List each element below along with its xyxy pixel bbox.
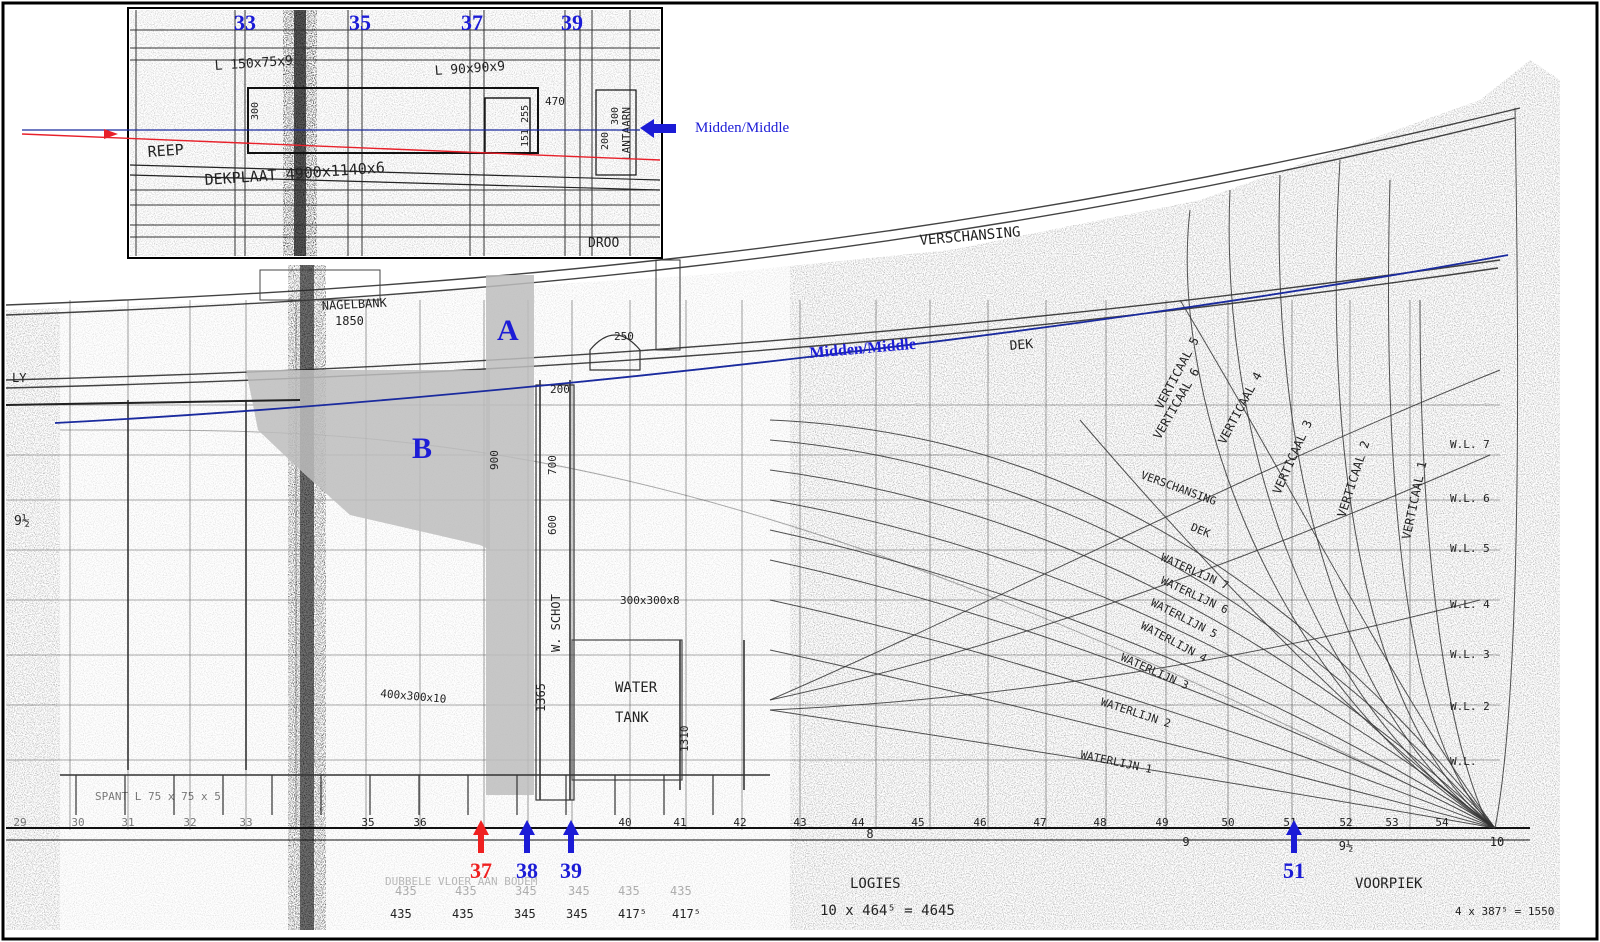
water-label: WATER <box>615 680 658 696</box>
bottom-dim-faint-1: 435 <box>455 884 477 898</box>
station-number-9½: 9½ <box>1339 839 1353 853</box>
inset-note-droo: DROO <box>588 236 619 251</box>
inset-frame-35: 35 <box>349 10 371 35</box>
bottom-dim-0: 435 <box>390 907 412 921</box>
region-a-shading <box>486 275 534 795</box>
inset-frame-39: 39 <box>561 10 583 35</box>
spant-label: SPANT L 75 x 75 x 5 <box>95 790 221 803</box>
frame-tick-48: 48 <box>1093 816 1106 829</box>
w-schot-label: W. SCHOT <box>549 594 563 652</box>
ly-label: LY <box>12 371 27 385</box>
dim-250: 250 <box>614 330 634 343</box>
inset-dim-151: 151 255 <box>520 105 531 147</box>
dim-1365: 1365 <box>534 683 548 712</box>
bottom-dim-2: 345 <box>514 907 536 921</box>
wl-label-3: W.L. 4 <box>1450 598 1490 611</box>
frame-tick-47: 47 <box>1033 816 1046 829</box>
dek-top: DEK <box>1009 337 1034 354</box>
inset-dim-300: 300 <box>250 102 261 120</box>
marker-label-39: 39 <box>560 858 582 883</box>
frame-tick-36: 36 <box>413 816 426 829</box>
bottom-dim-5: 417⁵ <box>672 907 701 921</box>
frame-tick-40: 40 <box>618 816 631 829</box>
frame-tick-42: 42 <box>733 816 746 829</box>
region-b-label: B <box>412 432 432 465</box>
frame-tick-49: 49 <box>1155 816 1168 829</box>
inset-frame-37: 37 <box>461 10 483 35</box>
inset-smear-core <box>294 10 306 256</box>
inset-note-lantaarn: LANTAARN <box>620 107 633 160</box>
bottom-dim-1: 435 <box>452 907 474 921</box>
region-a-label: A <box>497 314 519 347</box>
ship-plan-diagram: VERSCHANSINGDEKNAGELBANK1850LY9½WATERTAN… <box>1 1 1599 941</box>
station-number-8: 8 <box>866 827 873 841</box>
dim-700: 700 <box>546 455 559 475</box>
inset-dim-470: 470 <box>545 95 565 108</box>
bottom-dim-faint-2: 345 <box>515 884 537 898</box>
voorpiek-dims: 4 x 387⁵ = 1550 <box>1455 905 1554 918</box>
inset-note-reep: REEP <box>147 141 184 161</box>
frame-tick-46: 46 <box>973 816 986 829</box>
bottom-dim-3: 345 <box>566 907 588 921</box>
frame-tick-43: 43 <box>793 816 806 829</box>
frame-tick-45: 45 <box>911 816 924 829</box>
frame-tick-29: 29 <box>13 816 26 829</box>
frame-tick-30: 30 <box>71 816 84 829</box>
inset-detail: L 150x75x9 L 90x90x9REEPDEKPLAAT 4900x114… <box>127 7 663 259</box>
wl-label-6: W.L. <box>1450 755 1477 768</box>
voorpiek-label: VOORPIEK <box>1355 876 1423 892</box>
dim-1310: 1310 <box>678 726 691 753</box>
frame-tick-52: 52 <box>1339 816 1352 829</box>
station-number-10: 10 <box>1490 835 1504 849</box>
dim-600: 600 <box>546 515 559 535</box>
bottom-dim-faint-0: 435 <box>395 884 417 898</box>
tank-label: TANK <box>615 710 649 726</box>
profile-label: 300x300x8 <box>620 594 680 607</box>
wl-label-1: W.L. 6 <box>1450 492 1490 505</box>
station-number-9: 9 <box>1182 835 1189 849</box>
inset-frame-33: 33 <box>234 10 256 35</box>
logies-label: LOGIES <box>850 876 901 892</box>
frame-tick-54: 54 <box>1435 816 1449 829</box>
wl-label-0: W.L. 7 <box>1450 438 1490 451</box>
frame-tick-50: 50 <box>1221 816 1234 829</box>
frame-tick-33: 33 <box>239 816 252 829</box>
frame-tick-44: 44 <box>851 816 865 829</box>
frame-tick-35: 35 <box>361 816 374 829</box>
frame-tick-31: 31 <box>121 816 134 829</box>
inset-midden-label: Midden/Middle <box>695 120 790 136</box>
inset-dim-200: 200 <box>600 132 611 150</box>
logies-dims: 10 x 464⁵ = 4645 <box>820 903 955 919</box>
frame-tick-53: 53 <box>1385 816 1398 829</box>
marker-label-51: 51 <box>1283 858 1305 883</box>
drawing-canvas: VERSCHANSING DEK NAGELBANK 1850 LY 9½ WATER TAN… <box>0 0 1600 942</box>
bottom-dim-faint-4: 435 <box>618 884 640 898</box>
frame-tick-41: 41 <box>673 816 686 829</box>
bottom-dim-4: 417⁵ <box>618 907 647 921</box>
bottom-dim-faint-3: 345 <box>568 884 590 898</box>
frame-tick-32: 32 <box>183 816 196 829</box>
marker-label-37: 37 <box>470 858 492 883</box>
wl-label-4: W.L. 3 <box>1450 648 1490 661</box>
fraction-left: 9½ <box>14 514 30 529</box>
nagelbank-dim: 1850 <box>335 314 364 328</box>
dim-900: 900 <box>488 450 501 470</box>
scan-smear-core <box>300 265 314 930</box>
marker-label-38: 38 <box>516 858 538 883</box>
wl-label-5: W.L. 2 <box>1450 700 1490 713</box>
wl-label-2: W.L. 5 <box>1450 542 1490 555</box>
lightened-overlay <box>60 265 790 930</box>
bottom-dim-faint-5: 435 <box>670 884 692 898</box>
inset-dim-300b: 300 <box>610 107 621 125</box>
